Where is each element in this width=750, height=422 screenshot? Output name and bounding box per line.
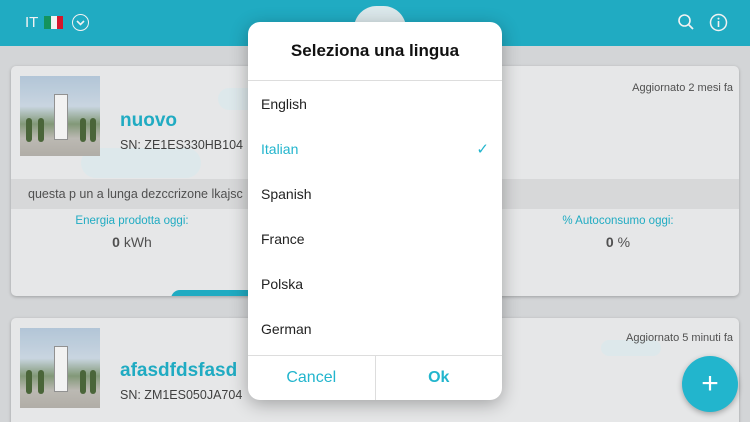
add-device-button[interactable]: + [682,356,738,412]
cancel-button[interactable]: Cancel [248,356,375,400]
language-option-english[interactable]: English [248,81,502,126]
language-option-france[interactable]: France [248,216,502,261]
plus-icon: + [701,367,719,400]
language-option-german[interactable]: German [248,306,502,351]
checkmark-icon: ✓ [476,140,489,158]
language-dialog: Seleziona una lingua English Italian ✓ Sp… [248,22,502,400]
dialog-buttons: Cancel Ok [248,355,502,400]
language-option-spanish[interactable]: Spanish [248,171,502,216]
language-option-italian[interactable]: Italian ✓ [248,126,502,171]
language-option-polska[interactable]: Polska [248,261,502,306]
ok-button[interactable]: Ok [374,356,503,400]
dialog-title: Seleziona una lingua [248,22,502,81]
